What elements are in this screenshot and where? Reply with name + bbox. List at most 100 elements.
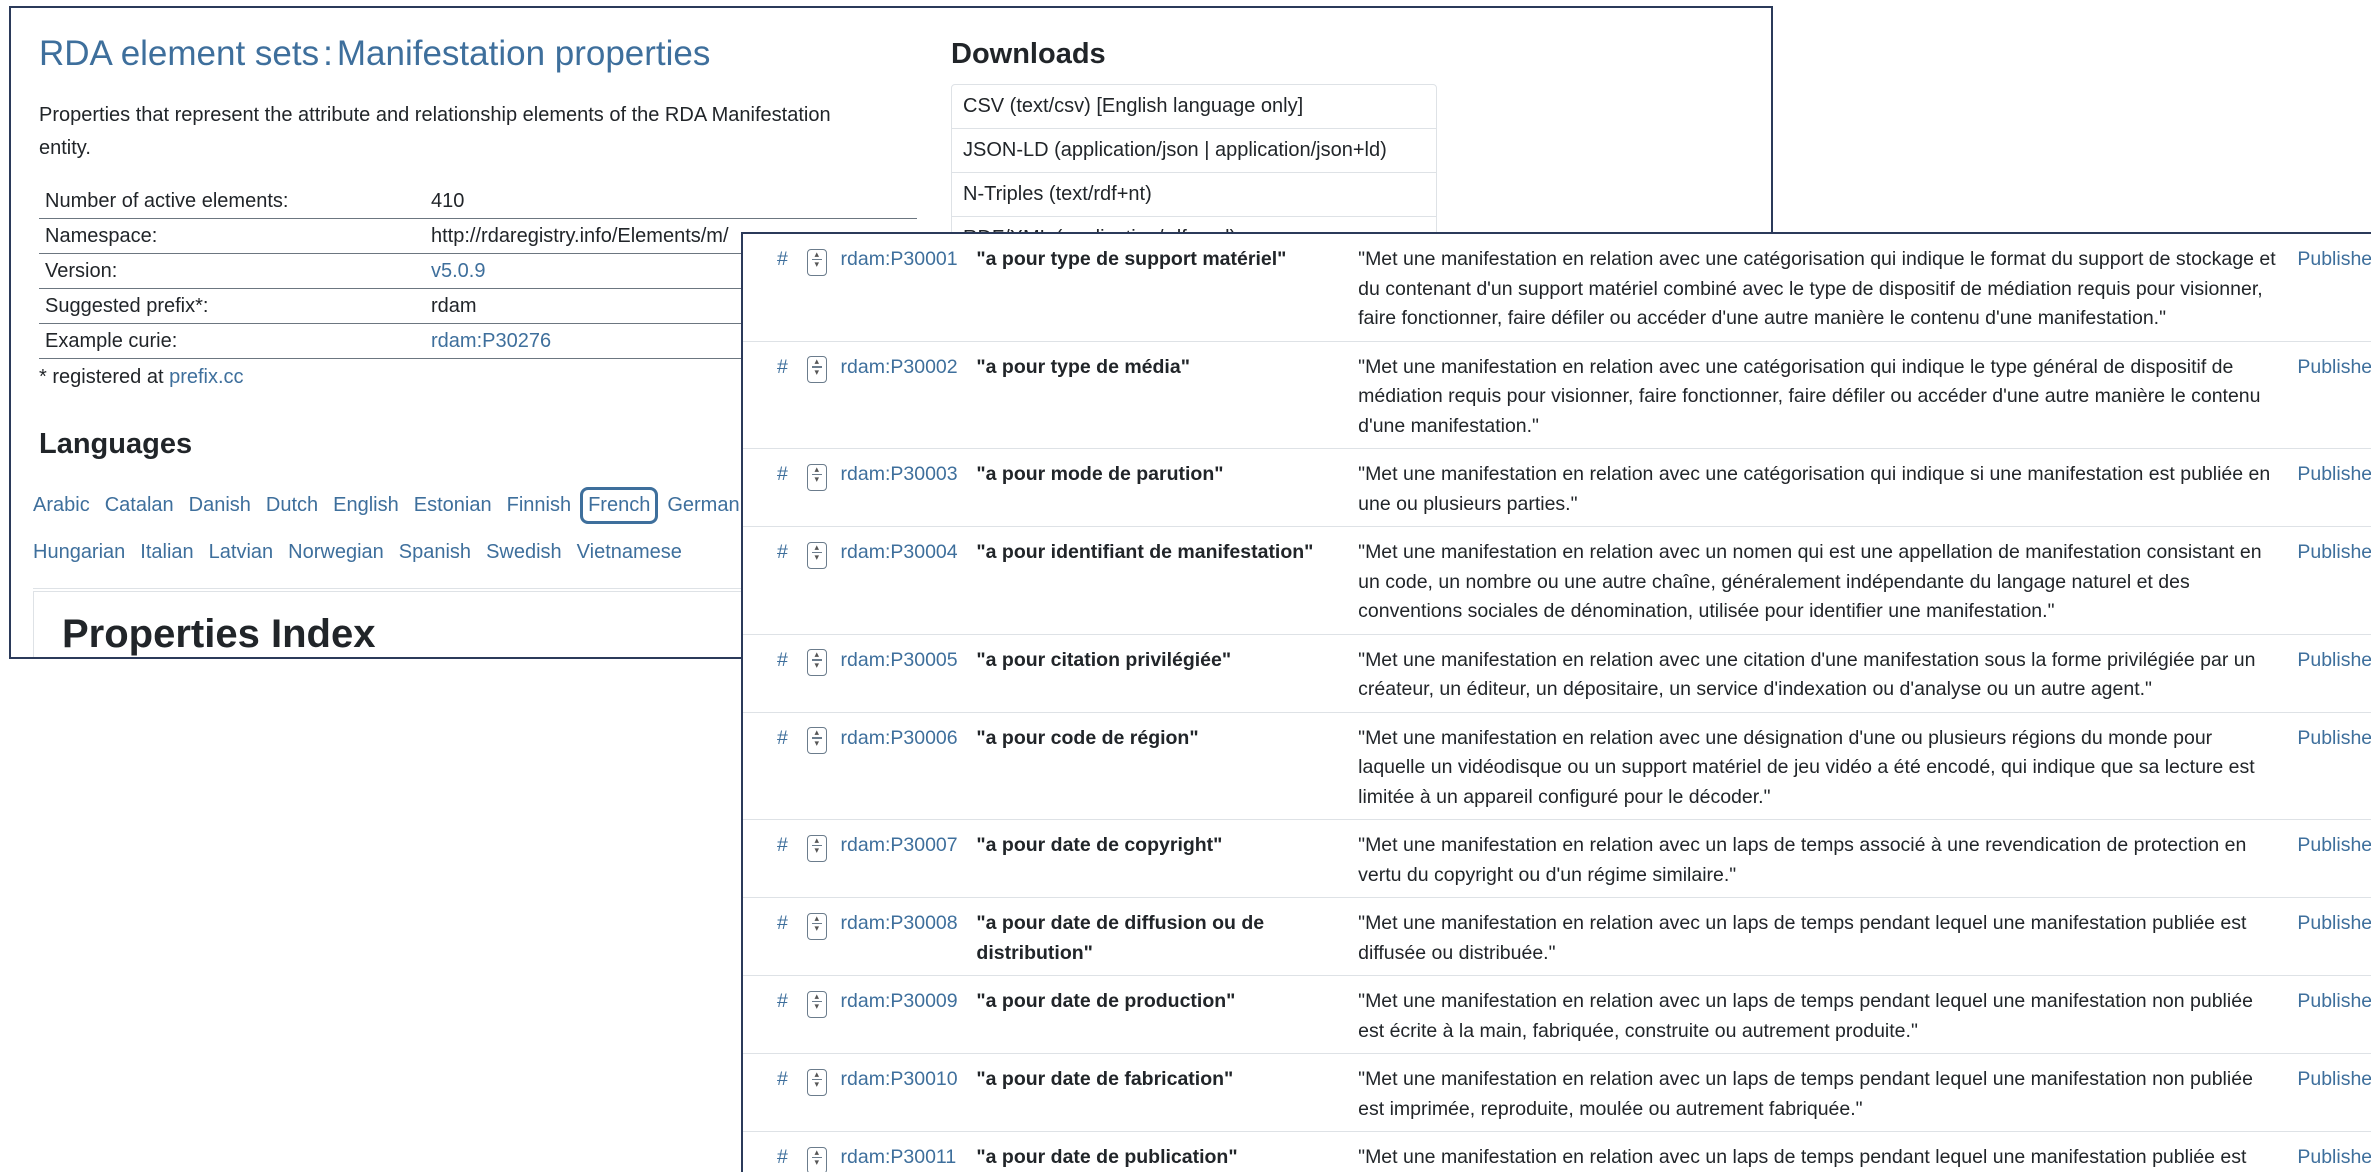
language-link-arabic[interactable]: Arabic	[33, 494, 90, 517]
property-status-link[interactable]: Published	[2287, 234, 2371, 341]
page-description: Properties that represent the attribute …	[39, 99, 859, 165]
property-status-link[interactable]: Published	[2287, 1132, 2371, 1172]
expand-toggle-cell: ▴▾	[807, 898, 841, 976]
anchor-hash-link[interactable]: #	[743, 820, 807, 898]
expand-toggle-cell: ▴▾	[807, 1132, 841, 1172]
property-curie-link[interactable]: rdam:P30010	[841, 1054, 967, 1132]
anchor-hash-link[interactable]: #	[743, 898, 807, 976]
property-label: "a pour date de production"	[966, 976, 1358, 1054]
expand-collapse-icon[interactable]: ▴▾	[807, 249, 827, 276]
property-curie-link[interactable]: rdam:P30008	[841, 898, 967, 976]
prefix-cc-link[interactable]: prefix.cc	[169, 366, 243, 388]
property-label: "a pour type de support matériel"	[966, 234, 1358, 341]
property-curie-link[interactable]: rdam:P30005	[841, 634, 967, 712]
anchor-hash-link[interactable]: #	[743, 634, 807, 712]
title-separator: :	[319, 34, 337, 73]
download-item[interactable]: CSV (text/csv) [English language only]	[952, 85, 1436, 129]
language-link-estonian[interactable]: Estonian	[414, 494, 492, 517]
anchor-hash-link[interactable]: #	[743, 1132, 807, 1172]
property-definition: "Met une manifestation en relation avec …	[1358, 1054, 2287, 1132]
expand-toggle-cell: ▴▾	[807, 341, 841, 449]
expand-toggle-cell: ▴▾	[807, 712, 841, 820]
property-definition: "Met une manifestation en relation avec …	[1358, 976, 2287, 1054]
language-link-catalan[interactable]: Catalan	[105, 494, 174, 517]
registered-note: * registered at prefix.cc	[39, 366, 244, 389]
property-row: #▴▾rdam:P30004"a pour identifiant de man…	[743, 527, 2371, 635]
property-definition: "Met une manifestation en relation avec …	[1358, 898, 2287, 976]
language-link-vietnamese[interactable]: Vietnamese	[577, 541, 682, 564]
property-curie-link[interactable]: rdam:P30006	[841, 712, 967, 820]
expand-toggle-cell: ▴▾	[807, 1054, 841, 1132]
expand-collapse-icon[interactable]: ▴▾	[807, 1147, 827, 1172]
anchor-hash-link[interactable]: #	[743, 712, 807, 820]
info-key: Suggested prefix*:	[39, 289, 425, 324]
language-link-german[interactable]: German	[667, 494, 739, 517]
property-row: #▴▾ rdam:P30006"a pour code de région""Me…	[743, 712, 2371, 820]
property-definition: "Met une manifestation en relation avec …	[1358, 527, 2287, 635]
property-label: "a pour mode de parution"	[966, 449, 1358, 527]
property-curie-link[interactable]: rdam:P30007	[841, 820, 967, 898]
language-link-italian[interactable]: Italian	[140, 541, 193, 564]
properties-list-window: #▴▾rdam:P30001"a pour type de support ma…	[741, 232, 2371, 1172]
expand-collapse-icon[interactable]: ▴▾	[807, 913, 827, 940]
property-curie-link[interactable]: rdam:P30001	[841, 234, 967, 341]
property-curie-link[interactable]: rdam:P30009	[841, 976, 967, 1054]
expand-collapse-icon[interactable]: ▴▾	[807, 356, 827, 383]
expand-collapse-icon[interactable]: ▴▾	[807, 991, 827, 1018]
download-item[interactable]: N-Triples (text/rdf+nt)	[952, 173, 1436, 217]
anchor-hash-link[interactable]: #	[743, 449, 807, 527]
property-curie-link[interactable]: rdam:P30011	[841, 1132, 967, 1172]
anchor-hash-link[interactable]: #	[743, 527, 807, 635]
expand-collapse-icon[interactable]: ▴▾	[807, 542, 827, 569]
language-link-latvian[interactable]: Latvian	[209, 541, 274, 564]
property-row: #▴▾rdam:P30008"a pour date de diffusion …	[743, 898, 2371, 976]
info-key: Example curie:	[39, 324, 425, 359]
property-status-link[interactable]: Published	[2287, 1054, 2371, 1132]
language-link-danish[interactable]: Danish	[189, 494, 251, 517]
language-link-french[interactable]: French	[580, 487, 658, 524]
anchor-hash-link[interactable]: #	[743, 1054, 807, 1132]
anchor-hash-link[interactable]: #	[743, 341, 807, 449]
languages-heading: Languages	[39, 428, 192, 461]
expand-collapse-icon[interactable]: ▴▾	[807, 649, 827, 676]
info-row: Number of active elements:410	[39, 184, 917, 219]
property-status-link[interactable]: Published	[2287, 449, 2371, 527]
properties-index-heading: Properties Index	[62, 612, 375, 657]
anchor-hash-link[interactable]: #	[743, 234, 807, 341]
property-definition: "Met une manifestation en relation avec …	[1358, 634, 2287, 712]
language-link-norwegian[interactable]: Norwegian	[288, 541, 384, 564]
property-row: #▴▾rdam:P30010"a pour date de fabricatio…	[743, 1054, 2371, 1132]
property-definition: "Met une manifestation en relation avec …	[1358, 712, 2287, 820]
expand-toggle-cell: ▴▾	[807, 820, 841, 898]
property-status-link[interactable]: Published	[2287, 634, 2371, 712]
property-label: "a pour code de région"	[966, 712, 1358, 820]
property-status-link[interactable]: Published	[2287, 712, 2371, 820]
property-row: #▴▾rdam:P30005"a pour citation privilégi…	[743, 634, 2371, 712]
expand-collapse-icon[interactable]: ▴▾	[807, 835, 827, 862]
property-label: "a pour type de média"	[966, 341, 1358, 449]
property-curie-link[interactable]: rdam:P30002	[841, 341, 967, 449]
expand-collapse-icon[interactable]: ▴▾	[807, 727, 827, 754]
expand-toggle-cell: ▴▾	[807, 527, 841, 635]
download-item[interactable]: JSON-LD (application/json | application/…	[952, 129, 1436, 173]
language-link-english[interactable]: English	[333, 494, 399, 517]
expand-collapse-icon[interactable]: ▴▾	[807, 464, 827, 491]
property-status-link[interactable]: Published	[2287, 976, 2371, 1054]
property-curie-link[interactable]: rdam:P30004	[841, 527, 967, 635]
info-key: Version:	[39, 254, 425, 289]
property-status-link[interactable]: Published	[2287, 820, 2371, 898]
property-row: #▴▾rdam:P30003"a pour mode de parution""…	[743, 449, 2371, 527]
page-title: RDA element sets:Manifestation propertie…	[39, 34, 710, 74]
property-status-link[interactable]: Published	[2287, 898, 2371, 976]
expand-collapse-icon[interactable]: ▴▾	[807, 1069, 827, 1096]
property-curie-link[interactable]: rdam:P30003	[841, 449, 967, 527]
property-status-link[interactable]: Published	[2287, 527, 2371, 635]
language-link-hungarian[interactable]: Hungarian	[33, 541, 125, 564]
language-link-swedish[interactable]: Swedish	[486, 541, 562, 564]
anchor-hash-link[interactable]: #	[743, 976, 807, 1054]
property-status-link[interactable]: Published	[2287, 341, 2371, 449]
language-link-spanish[interactable]: Spanish	[399, 541, 471, 564]
language-link-dutch[interactable]: Dutch	[266, 494, 318, 517]
title-manifestation-properties: Manifestation properties	[337, 34, 711, 73]
language-link-finnish[interactable]: Finnish	[507, 494, 571, 517]
